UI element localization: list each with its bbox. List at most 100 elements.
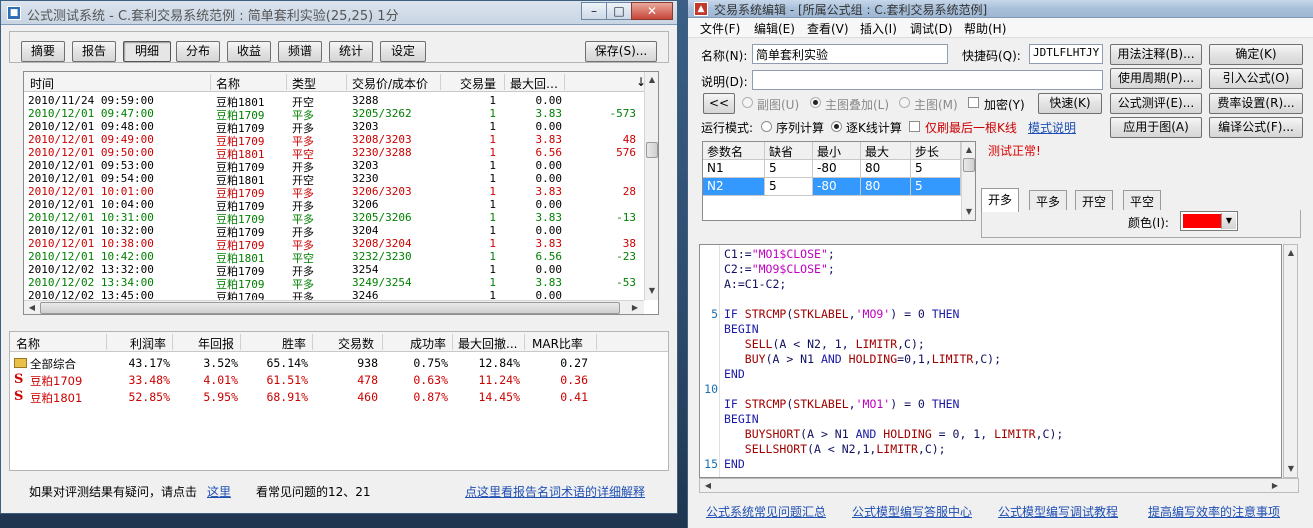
table-row[interactable]: 2010/12/01 10:31:00 豆粕1709 平多 3205/3206 1 3.8… [24, 211, 644, 226]
last-bar-checkbox[interactable] [909, 121, 920, 132]
param-step-cell[interactable]: 5 [911, 178, 961, 196]
tab-summary[interactable]: 摘要 [21, 41, 65, 62]
code-line[interactable]: SELLSHORT(A < N2,1,LIMITR,C); [724, 442, 946, 457]
formula-test-titlebar[interactable]: ■ 公式测试系统 - C.套利交易系统范例 : 简单套利实验(25,25) 1分… [1, 1, 677, 25]
detail-vertical-scrollbar[interactable]: ▲ ▼ [644, 72, 658, 300]
code-line[interactable]: BUYSHORT(A > N1 AND HOLDING = 0, 1, LIMI… [724, 427, 1064, 442]
tab-report[interactable]: 报告 [72, 41, 116, 62]
tab-close-short[interactable]: 平空 [1123, 190, 1162, 210]
code-line[interactable]: A:=C1-C2; [724, 277, 786, 292]
glossary-link[interactable]: 点这里看报告名词术语的详细解释 [465, 483, 645, 500]
code-line[interactable]: BEGIN [724, 412, 759, 427]
radio-sub-chart[interactable] [742, 97, 753, 108]
table-row[interactable]: 2010/12/01 10:04:00 豆粕1709 开多 3206 1 0.00 [24, 198, 644, 213]
param-scroll-down-icon[interactable]: ▼ [962, 205, 975, 219]
collapse-button[interactable]: << [703, 93, 735, 114]
formula-code-editor[interactable]: C1:="MO1$CLOSE"; C2:="MO9$CLOSE"; A:=C1-C2… [699, 244, 1282, 478]
scroll-down-icon[interactable]: ▼ [645, 284, 658, 298]
here-link[interactable]: 这里 [207, 483, 231, 500]
table-row[interactable]: 2010/12/01 09:47:00 豆粕1709 平多 3205/3262 1 3.8… [24, 107, 644, 122]
col-success-rate[interactable]: 成功率 [410, 335, 446, 352]
param-min-cell[interactable]: -80 [813, 160, 861, 178]
code-scroll-down-icon[interactable]: ▼ [1284, 462, 1298, 476]
code-line[interactable]: IF STRCMP(STKLABEL,'MO9') = 0 THEN [724, 307, 959, 322]
col-win-rate[interactable]: 胜率 [282, 335, 306, 352]
table-row[interactable]: S 豆粕1801 52.85% 5.95% 68.91% 460 0.87% 14.45% 0.… [10, 389, 668, 406]
param-name-cell[interactable]: N2 [703, 178, 765, 196]
table-row[interactable]: 2010/11/24 09:59:00 豆粕1801 开空 3288 1 0.00 [24, 94, 644, 109]
name-input[interactable]: 简单套利实验 [752, 44, 948, 64]
mode-help-link[interactable]: 模式说明 [1028, 119, 1076, 136]
code-horizontal-scrollbar[interactable]: ◀ ▶ [699, 478, 1299, 493]
col-max-drawdown[interactable]: 最大回… [510, 75, 558, 92]
table-row[interactable]: 2010/12/02 13:32:00 豆粕1709 开多 3254 1 0.00 [24, 263, 644, 278]
table-row[interactable]: 2010/12/01 09:49:00 豆粕1709 平多 3208/3203 1 3.8… [24, 133, 644, 148]
col-type[interactable]: 类型 [292, 75, 316, 92]
menu-file[interactable]: 文件(F) [700, 20, 740, 37]
menu-insert[interactable]: 插入(I) [860, 20, 897, 37]
param-max-cell[interactable]: 80 [861, 178, 911, 196]
param-default-cell[interactable]: 5 [765, 178, 813, 196]
menu-debug[interactable]: 调试(D) [910, 20, 953, 37]
param-default-cell[interactable]: 5 [765, 160, 813, 178]
scroll-thumb[interactable] [646, 142, 658, 158]
tab-open-long[interactable]: 开多 [981, 188, 1020, 212]
help-link-tutorial[interactable]: 公式模型编写调试教程 [998, 503, 1118, 520]
detail-horizontal-scrollbar[interactable]: ◀ ▶ [24, 300, 644, 314]
code-line[interactable]: END [724, 457, 745, 472]
param-scroll-up-icon[interactable]: ▲ [962, 143, 975, 157]
usage-notes-button[interactable]: 用法注释(B)... [1110, 44, 1202, 65]
code-line[interactable]: C1:="MO1$CLOSE"; [724, 247, 835, 262]
tab-detail[interactable]: 明细 [123, 41, 171, 62]
code-line[interactable]: BEGIN [724, 322, 759, 337]
code-line[interactable]: C2:="MO9$CLOSE"; [724, 262, 835, 277]
table-row[interactable]: 2010/12/01 10:42:00 豆粕1801 平空 3232/3230 1 6.5… [24, 250, 644, 265]
tab-distribution[interactable]: 分布 [176, 41, 220, 62]
fee-settings-button[interactable]: 费率设置(R)... [1209, 93, 1303, 114]
shortcut-input[interactable]: JDTLFLHTJY [1029, 44, 1103, 64]
radio-main-chart[interactable] [899, 97, 910, 108]
code-line[interactable]: SELL(A < N2, 1, LIMITR,C); [724, 337, 925, 352]
table-row[interactable]: 2010/12/01 10:32:00 豆粕1709 开多 3204 1 0.00 [24, 224, 644, 239]
table-row[interactable]: 2010/12/01 09:53:00 豆粕1709 开多 3203 1 0.00 [24, 159, 644, 174]
param-max-cell[interactable]: 80 [861, 160, 911, 178]
col-time[interactable]: 时间 [30, 75, 54, 92]
code-vertical-scrollbar[interactable]: ▲ ▼ [1283, 244, 1298, 478]
ok-button[interactable]: 确定(K) [1209, 44, 1303, 65]
radio-main-overlay[interactable] [810, 97, 821, 108]
table-row[interactable]: 2010/12/01 09:54:00 豆粕1801 开空 3230 1 0.00 [24, 172, 644, 187]
fast-button[interactable]: 快速(K) [1038, 93, 1102, 114]
code-line[interactable]: BUY(A > N1 AND HOLDING=0,1,LIMITR,C); [724, 352, 1001, 367]
col-price[interactable]: 交易价/成本价 [352, 75, 428, 92]
param-name-cell[interactable]: N1 [703, 160, 765, 178]
menu-edit[interactable]: 编辑(E) [754, 20, 795, 37]
tab-settings[interactable]: 设定 [380, 41, 426, 62]
col-profit-rate[interactable]: 利润率 [130, 335, 166, 352]
table-row[interactable]: 全部综合 43.17% 3.52% 65.14% 938 0.75% 12.84% 0.27 [10, 356, 668, 372]
radio-per-bar-calc[interactable] [831, 121, 842, 132]
minimize-icon[interactable]: – [581, 2, 607, 20]
param-row-n1[interactable]: N1 5 -80 80 5 [703, 160, 961, 178]
chevron-down-icon[interactable]: ▼ [1221, 213, 1236, 229]
tab-close-long[interactable]: 平多 [1029, 190, 1068, 210]
code-scroll-left-icon[interactable]: ◀ [701, 479, 715, 493]
col-quantity[interactable]: 交易量 [460, 75, 496, 92]
col-trade-count[interactable]: 交易数 [338, 335, 374, 352]
import-formula-button[interactable]: 引入公式(O) [1209, 68, 1303, 89]
tab-spectrum[interactable]: 频谱 [278, 41, 322, 62]
menu-view[interactable]: 查看(V) [807, 20, 849, 37]
col-sum-max-drawdown[interactable]: 最大回撤... [458, 335, 517, 352]
color-picker[interactable]: ▼ [1180, 211, 1238, 231]
table-row[interactable]: 2010/12/01 09:48:00 豆粕1709 开多 3203 1 0.00 [24, 120, 644, 135]
save-button[interactable]: 保存(S)... [585, 41, 657, 62]
help-link-faq[interactable]: 公式系统常见问题汇总 [706, 503, 826, 520]
h-scroll-thumb[interactable] [40, 302, 620, 314]
formula-test-button[interactable]: 公式测评(E)... [1110, 93, 1202, 114]
encrypt-checkbox[interactable] [968, 97, 979, 108]
close-icon[interactable]: ✕ [631, 2, 673, 20]
code-scroll-up-icon[interactable]: ▲ [1284, 246, 1298, 260]
compile-formula-button[interactable]: 编译公式(F)... [1209, 117, 1303, 138]
table-row[interactable]: 2010/12/01 10:01:00 豆粕1709 平多 3206/3203 1 3.8… [24, 185, 644, 200]
help-link-tips[interactable]: 提高编写效率的注意事项 [1148, 503, 1280, 520]
col-name[interactable]: 名称 [216, 75, 240, 92]
